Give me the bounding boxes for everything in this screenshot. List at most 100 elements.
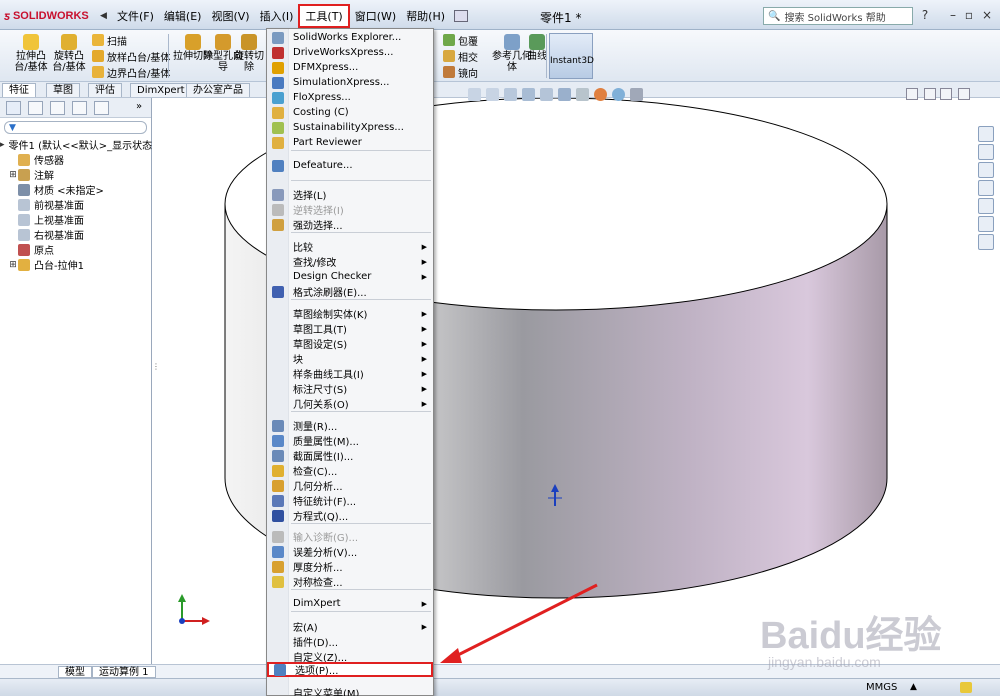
tools-menu-item[interactable]: 质量属性(M)...	[267, 433, 433, 448]
tools-menu-item[interactable]: 几何分析...	[267, 478, 433, 493]
menu-help[interactable]: 帮助(H)	[401, 6, 450, 26]
configuration-manager-tab-icon[interactable]	[50, 101, 65, 115]
restore-icon[interactable]: ▫	[962, 8, 976, 22]
tab-office-products[interactable]: 办公室产品	[186, 83, 250, 97]
display-style-icon[interactable]	[558, 87, 571, 101]
tools-menu-item[interactable]: Design Checker ▶	[267, 269, 433, 284]
sweep-button[interactable]: 扫描	[92, 32, 127, 48]
hide-show-items-icon[interactable]	[576, 87, 589, 101]
help-icon[interactable]: ?	[918, 8, 932, 22]
tab-motion-study[interactable]: 运动算例 1	[92, 666, 156, 678]
pin-menu-icon[interactable]	[454, 10, 469, 22]
tools-menu-item[interactable]: 几何关系(O) ▶	[267, 396, 433, 412]
zoom-to-area-icon[interactable]	[486, 87, 499, 101]
loft-boss-button[interactable]: 放样凸台/基体	[92, 48, 170, 64]
tools-menu-item[interactable]: 强劲选择...	[267, 217, 433, 232]
tab-features[interactable]: 特征	[2, 83, 36, 97]
minimize-icon[interactable]: –	[946, 8, 960, 22]
tools-menu-item[interactable]: Defeature...	[267, 158, 433, 173]
tools-menu-item[interactable]: 宏(A) ▶	[267, 619, 433, 635]
tree-item-annotations[interactable]: ⊞ 注解	[8, 167, 151, 182]
tab-model[interactable]: 模型	[58, 666, 92, 678]
revolve-cut-button[interactable]: 旋转切除	[234, 32, 264, 73]
tools-menu-item[interactable]: FloXpress...	[267, 90, 433, 105]
search-icon[interactable]	[978, 180, 994, 196]
tools-menu-item[interactable]: DimXpert ▶	[267, 596, 433, 611]
menu-tools[interactable]: 工具(T)	[298, 4, 350, 28]
instant3d-button[interactable]: Instant3D	[549, 33, 594, 79]
tree-item-sensors[interactable]: 传感器	[8, 152, 151, 167]
help-search-input[interactable]: 🔍 搜索 SolidWorks 帮助	[763, 7, 913, 25]
extrude-boss-button[interactable]: 拉伸凸台/基体	[10, 32, 52, 73]
tools-menu-item[interactable]: 标注尺寸(S) ▶	[267, 381, 433, 397]
custom-properties-icon[interactable]	[978, 234, 994, 250]
tools-menu-item[interactable]: 查找/修改 ▶	[267, 254, 433, 270]
menu-file[interactable]: 文件(F)	[112, 6, 159, 26]
tree-item-origin[interactable]: 原点	[8, 242, 151, 257]
property-manager-tab-icon[interactable]	[28, 101, 43, 115]
file-explorer-icon[interactable]	[978, 162, 994, 178]
solidworks-logo[interactable]: ƽ SOLIDWORKS	[4, 7, 89, 25]
curves-button[interactable]: 曲线	[522, 32, 552, 62]
menu-view[interactable]: 视图(V)	[206, 6, 254, 26]
viewport-minimize-icon[interactable]	[940, 88, 952, 100]
tools-menu-item[interactable]: DFMXpress...	[267, 60, 433, 75]
tools-menu-item[interactable]: 草图绘制实体(K) ▶	[267, 306, 433, 322]
tree-item-boss-extrude1[interactable]: ⊞ 凸台-拉伸1	[8, 257, 151, 272]
zoom-to-fit-icon[interactable]	[468, 87, 481, 101]
close-icon[interactable]: ×	[980, 8, 994, 22]
menu-window[interactable]: 窗口(W)	[350, 6, 401, 26]
viewport-tile-icon[interactable]	[906, 88, 918, 100]
mirror-button[interactable]: 镜向	[443, 64, 478, 80]
tools-menu-item[interactable]: 选项(P)...	[267, 662, 433, 677]
tools-menu-item[interactable]: 样条曲线工具(I) ▶	[267, 366, 433, 382]
wrap-button[interactable]: 包覆	[443, 32, 478, 48]
tools-menu-item[interactable]: Part Reviewer	[267, 135, 433, 150]
tools-menu-item[interactable]: 特征统计(F)...	[267, 493, 433, 508]
solidworks-resources-icon[interactable]	[978, 126, 994, 142]
viewport-close-icon[interactable]	[958, 88, 970, 100]
menu-insert[interactable]: 插入(I)	[255, 6, 299, 26]
boundary-boss-button[interactable]: 边界凸台/基体	[92, 64, 170, 80]
viewport-restore-icon[interactable]	[924, 88, 936, 100]
tools-menu-item[interactable]: SimulationXpress...	[267, 75, 433, 90]
tools-menu-item[interactable]: Costing (C)	[267, 105, 433, 120]
tools-menu-item[interactable]: 误差分析(V)...	[267, 544, 433, 559]
tools-menu-item[interactable]: 测量(R)...	[267, 418, 433, 433]
section-view-icon[interactable]	[522, 87, 535, 101]
revolve-boss-button[interactable]: 旋转凸台/基体	[48, 32, 90, 73]
tree-root[interactable]: ▸ 零件1 (默认<<默认>_显示状态	[0, 137, 152, 153]
menu-collapse-icon[interactable]: ◀	[100, 11, 108, 21]
tools-menu-item[interactable]: SustainabilityXpress...	[267, 120, 433, 135]
feature-tree-tab-icon[interactable]	[6, 101, 21, 115]
previous-view-icon[interactable]	[504, 87, 517, 101]
tab-evaluate[interactable]: 评估	[88, 83, 122, 97]
tree-item-material[interactable]: 材质 <未指定>	[8, 182, 151, 197]
tools-menu-item[interactable]: 检查(C)...	[267, 463, 433, 478]
tab-sketch[interactable]: 草图	[46, 83, 80, 97]
tools-menu-item[interactable]: 草图设定(S) ▶	[267, 336, 433, 352]
tree-expand-icon[interactable]: ⊞	[8, 170, 18, 180]
tree-expand-icon[interactable]: ⊞	[8, 260, 18, 270]
appearances-icon[interactable]	[978, 216, 994, 232]
edit-appearance-icon[interactable]	[594, 87, 607, 101]
tools-menu-item[interactable]: 块 ▶	[267, 351, 433, 367]
tools-menu-item[interactable]: 厚度分析...	[267, 559, 433, 574]
tools-menu-item[interactable]: SolidWorks Explorer...	[267, 30, 433, 45]
tools-menu-item[interactable]: 截面属性(I)...	[267, 448, 433, 463]
tree-item-right-plane[interactable]: 右视基准面	[8, 227, 151, 242]
view-settings-icon[interactable]	[630, 87, 643, 101]
view-orientation-icon[interactable]	[540, 87, 553, 101]
tools-menu-item[interactable]: 插件(D)...	[267, 634, 433, 649]
tools-menu-item[interactable]: 选择(L)	[267, 187, 433, 202]
design-library-icon[interactable]	[978, 144, 994, 160]
dimxpert-manager-tab-icon[interactable]	[72, 101, 87, 115]
feature-tree-filter-input[interactable]: ▼	[4, 121, 147, 134]
tree-collapse-icon[interactable]: ▸	[0, 140, 5, 150]
intersect-button[interactable]: 相交	[443, 48, 478, 64]
tools-menu-item[interactable]: DriveWorksXpress...	[267, 45, 433, 60]
tools-menu-item[interactable]: 自定义菜单(M)	[267, 685, 433, 696]
expand-tabs-icon[interactable]: »	[136, 101, 142, 112]
tab-dimxpert[interactable]: DimXpert	[130, 83, 192, 97]
menu-edit[interactable]: 编辑(E)	[159, 6, 207, 26]
